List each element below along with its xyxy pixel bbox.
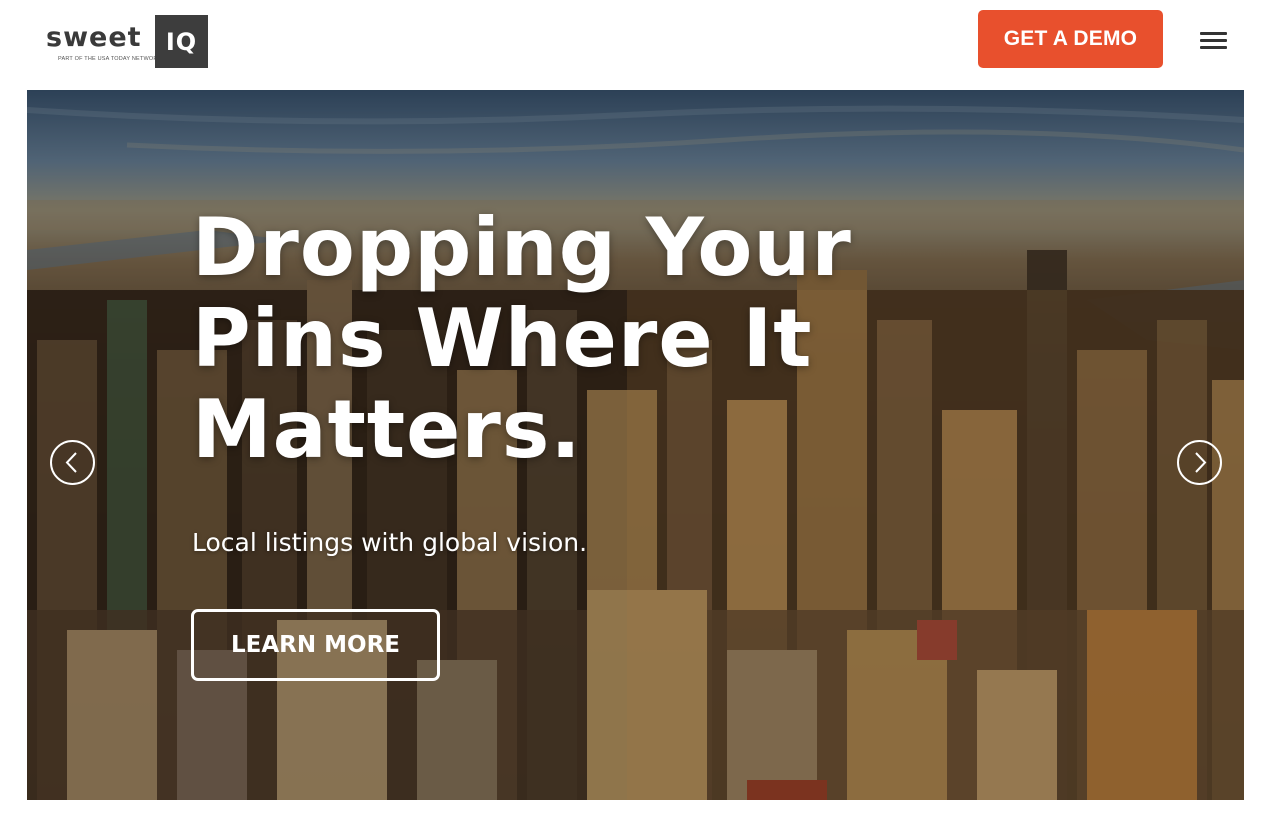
- hero-slider: Dropping Your Pins Where It Matters. Loc…: [27, 90, 1244, 800]
- hero-subtitle: Local listings with global vision.: [192, 528, 588, 557]
- menu-bar: [1200, 46, 1227, 49]
- logo-wordmark: sweet: [46, 22, 142, 53]
- hero-title-line: Dropping Your: [192, 201, 852, 294]
- chevron-right-icon: [1195, 452, 1207, 473]
- logo-tagline: PART OF THE USA TODAY NETWORK: [58, 56, 162, 62]
- hamburger-menu-icon[interactable]: [1199, 30, 1229, 52]
- hero-title-line: Matters.: [192, 383, 582, 476]
- menu-bar: [1200, 32, 1227, 35]
- hero-title: Dropping Your Pins Where It Matters.: [192, 202, 872, 475]
- site-header: sweet PART OF THE USA TODAY NETWORK IQ G…: [0, 0, 1269, 90]
- logo-iq-box: IQ: [155, 15, 208, 68]
- menu-bar: [1200, 39, 1227, 42]
- sweetiq-logo[interactable]: sweet PART OF THE USA TODAY NETWORK IQ: [46, 15, 208, 68]
- slider-next-button[interactable]: [1177, 440, 1222, 485]
- logo-iq-text: IQ: [165, 27, 198, 56]
- chevron-left-icon: [65, 452, 77, 473]
- get-a-demo-button[interactable]: GET A DEMO: [978, 10, 1163, 68]
- hero-title-line: Pins Where It: [192, 292, 813, 385]
- learn-more-button[interactable]: LEARN MORE: [191, 609, 440, 681]
- slider-prev-button[interactable]: [50, 440, 95, 485]
